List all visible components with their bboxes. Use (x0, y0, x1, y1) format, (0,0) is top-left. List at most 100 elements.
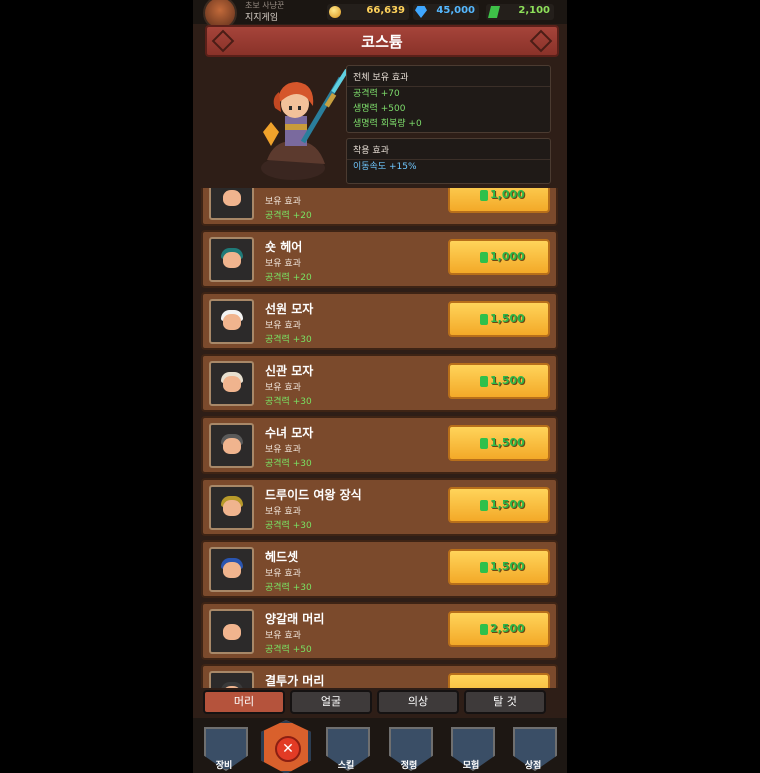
nav-equipment[interactable]: 장비 (201, 724, 248, 771)
costume-list[interactable]: 보유 효과 공격력 +20 1,000 숏 헤어 보유 효과 공격력 +20 1… (201, 188, 559, 688)
costume-item[interactable]: 양갈래 머리 보유 효과 공격력 +50 2,500 (201, 602, 558, 660)
tab-outfit[interactable]: 의상 (377, 690, 459, 714)
page-title: 코스튬 (361, 33, 403, 51)
costume-item[interactable]: 수녀 모자 보유 효과 공격력 +30 1,500 (201, 416, 558, 474)
green-gem-icon (480, 624, 488, 635)
price: 1,500 (490, 374, 525, 387)
buy-button[interactable]: 1,500 (448, 487, 550, 523)
price: 1,000 (490, 250, 525, 263)
effect-label: 보유 효과 (265, 383, 301, 393)
effect-label: 보유 효과 (265, 259, 301, 269)
effect-value: 공격력 +20 (265, 211, 312, 221)
buy-button[interactable]: 1,500 (448, 425, 550, 461)
price: 1,500 (490, 498, 525, 511)
costume-name: 결투가 머리 (265, 674, 325, 688)
costume-thumbnail (209, 423, 254, 468)
gold-counter: 66,639 (327, 4, 409, 20)
costume-thumbnail (209, 299, 254, 344)
owned-effects-header: 전체 보유 효과 (347, 66, 550, 87)
effect-value: 공격력 +30 (265, 459, 312, 469)
costume-thumbnail (209, 547, 254, 592)
category-tabs: 머리 얼굴 의상 탈 것 (201, 688, 559, 716)
green-gem-icon (480, 252, 488, 263)
costume-name: 선원 모자 (265, 302, 314, 316)
buy-button[interactable]: 1,500 (448, 549, 550, 585)
player-name: 지지게임 (245, 13, 279, 23)
nav-shop[interactable]: 상점 (510, 724, 557, 771)
nav-label: 모험 (462, 761, 480, 771)
green-gem-icon (480, 190, 488, 201)
costume-item[interactable]: 결투가 머리 (201, 664, 558, 688)
owned-effect-line: 생명력 회복량 +0 (353, 119, 422, 129)
nav-spirit[interactable]: 정령 (386, 724, 433, 771)
effect-label: 보유 효과 (265, 569, 301, 579)
effect-label: 보유 효과 (265, 631, 301, 641)
gem-counter: 45,000 (413, 4, 479, 20)
costume-thumbnail (209, 237, 254, 282)
green-gem-icon (488, 6, 500, 18)
costume-name: 헤드셋 (265, 550, 299, 564)
diamond-icon (415, 6, 427, 18)
costume-item[interactable]: 헤드셋 보유 효과 공격력 +30 1,500 (201, 540, 558, 598)
owned-effect-line: 공격력 +70 (353, 89, 400, 99)
costume-name: 양갈래 머리 (265, 612, 325, 626)
hero-character-sprite (261, 68, 349, 180)
buy-button[interactable]: 1,500 (448, 301, 550, 337)
owned-effect-line: 생명력 +500 (353, 104, 406, 114)
costume-name: 드루이드 여왕 장식 (265, 488, 362, 502)
effect-label: 보유 효과 (265, 445, 301, 455)
costume-thumbnail (209, 361, 254, 406)
nav-adventure[interactable]: 모험 (448, 724, 495, 771)
costume-name: 수녀 모자 (265, 426, 314, 440)
top-status-bar: 초보 사냥꾼 지지게임 66,639 45,000 2,100 (193, 0, 567, 30)
nav-skill[interactable]: 스킬 (323, 724, 370, 771)
price: 1,000 (490, 188, 525, 201)
nav-close-button[interactable]: ✕ (261, 720, 311, 773)
green-gem-icon (480, 562, 488, 573)
effect-value: 공격력 +30 (265, 335, 312, 345)
nav-label: 장비 (215, 761, 233, 771)
jade-amount: 2,100 (518, 5, 550, 16)
costume-name: 숏 헤어 (265, 240, 303, 254)
costume-thumbnail (209, 485, 254, 530)
effect-value: 공격력 +30 (265, 583, 312, 593)
green-gem-icon (480, 438, 488, 449)
effect-value: 공격력 +30 (265, 521, 312, 531)
costume-item[interactable]: 신관 모자 보유 효과 공격력 +30 1,500 (201, 354, 558, 412)
costume-thumbnail (209, 609, 254, 654)
gem-amount: 45,000 (436, 5, 475, 16)
equip-effects-header: 착용 효과 (347, 139, 550, 160)
title-banner: 코스튬 (205, 25, 559, 57)
green-gem-icon (480, 376, 488, 387)
nav-label: 스킬 (337, 761, 355, 771)
green-gem-icon (480, 500, 488, 511)
gold-amount: 66,639 (366, 5, 405, 16)
costume-item[interactable]: 보유 효과 공격력 +20 1,000 (201, 188, 558, 226)
costume-preview: 전체 보유 효과 공격력 +70 생명력 +500 생명력 회복량 +0 착용 … (203, 58, 559, 188)
buy-button[interactable]: 1,000 (448, 239, 550, 275)
tab-face[interactable]: 얼굴 (290, 690, 372, 714)
tab-mount[interactable]: 탈 것 (464, 690, 546, 714)
buy-button[interactable]: 2,500 (448, 611, 550, 647)
game-screen: 초보 사냥꾼 지지게임 66,639 45,000 2,100 코스튬 전체 보… (193, 0, 567, 773)
effect-label: 보유 효과 (265, 507, 301, 517)
owned-effects-panel: 전체 보유 효과 공격력 +70 생명력 +500 생명력 회복량 +0 (346, 65, 551, 133)
costume-item[interactable]: 드루이드 여왕 장식 보유 효과 공격력 +30 1,500 (201, 478, 558, 536)
buy-button[interactable] (448, 673, 550, 688)
price: 1,500 (490, 312, 525, 325)
buy-button[interactable]: 1,500 (448, 363, 550, 399)
costume-name: 신관 모자 (265, 364, 314, 378)
jade-counter: 2,100 (486, 4, 554, 20)
tab-head[interactable]: 머리 (203, 690, 285, 714)
price: 1,500 (490, 436, 525, 449)
costume-item[interactable]: 숏 헤어 보유 효과 공격력 +20 1,000 (201, 230, 558, 288)
green-gem-icon (480, 314, 488, 325)
price: 1,500 (490, 560, 525, 573)
effect-value: 공격력 +30 (265, 397, 312, 407)
bottom-navigation: 장비 ✕ 스킬 정령 모험 상점 (193, 718, 567, 773)
costume-thumbnail (209, 188, 254, 220)
price: 2,500 (490, 622, 525, 635)
costume-item[interactable]: 선원 모자 보유 효과 공격력 +30 1,500 (201, 292, 558, 350)
buy-button[interactable]: 1,000 (448, 188, 550, 213)
effect-value: 공격력 +20 (265, 273, 312, 283)
